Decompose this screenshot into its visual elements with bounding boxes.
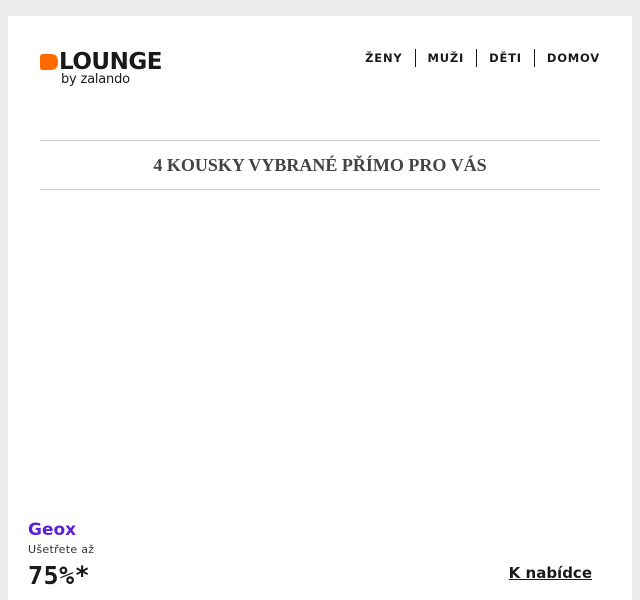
logo-tagline: by zalando [61,72,130,87]
offer-link[interactable]: K nabídce [509,562,592,584]
nav-item-zeny[interactable]: ŽENY [353,49,414,67]
email-card: LOUNGE by zalando ŽENY MUŽI DĚTI DOMOV 4… [8,16,632,600]
main-nav: ŽENY MUŽI DĚTI DOMOV [353,49,600,67]
section-title: 4 KOUSKY VYBRANÉ PŘÍMO PRO VÁS [153,155,487,175]
product-image[interactable] [8,206,632,516]
discount-value: 75%* [28,561,91,590]
nav-item-domov[interactable]: DOMOV [533,49,600,67]
nav-item-deti[interactable]: DĚTI [476,49,534,67]
brand-name[interactable]: Geox [28,519,76,541]
divider-bottom [40,189,600,190]
lounge-logo[interactable]: LOUNGE by zalando [40,49,180,90]
play-triangle-icon [40,54,58,70]
save-label: Ušetřete až [28,543,95,556]
nav-item-muzi[interactable]: MUŽI [414,49,477,67]
